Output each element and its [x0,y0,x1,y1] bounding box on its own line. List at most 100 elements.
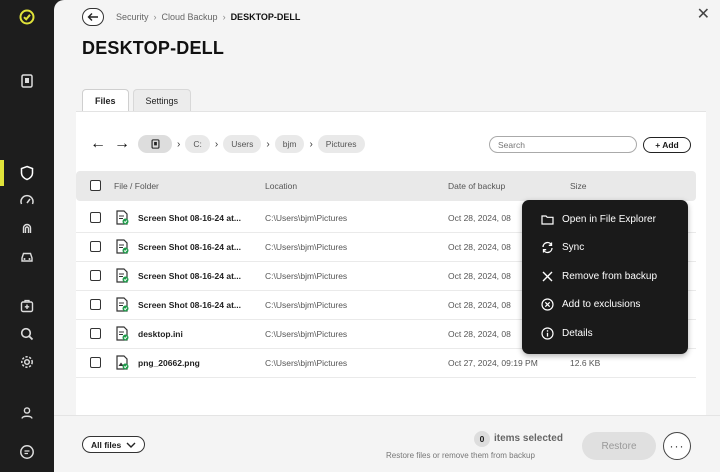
selected-label: items selected [494,433,563,444]
more-options-button[interactable]: ··· [663,432,691,460]
file-location: C:\Users\bjm\Pictures [265,242,348,252]
menu-item-add-to-exclusions[interactable]: Add to exclusions [522,291,688,320]
column-header-size[interactable]: Size [570,181,587,191]
chevron-right-icon: › [309,138,313,150]
backup-date: Oct 27, 2024, 09:19 PM [448,358,538,368]
file-size: 12.6 KB [570,358,601,368]
tab-settings[interactable]: Settings [132,89,192,111]
context-menu: Open in File Explorer Sync Remove from b… [522,200,688,354]
file-synced-icon [116,268,129,283]
back-button[interactable] [82,8,104,26]
check-logo-icon[interactable] [0,3,54,31]
close-button[interactable]: ✕ [697,4,710,24]
path-segment[interactable]: bjm [274,135,305,153]
file-name: Screen Shot 08-16-24 at... [138,271,241,281]
menu-item-label: Sync [562,242,585,254]
menu-item-label: Remove from backup [562,270,658,282]
row-checkbox[interactable] [90,212,101,223]
path-segment[interactable]: Users [223,135,262,153]
file-location: C:\Users\bjm\Pictures [265,271,348,281]
table-header: File / Folder Location Date of backup Si… [76,171,696,201]
column-header-date[interactable]: Date of backup [448,181,505,191]
menu-item-open-in-file-explorer[interactable]: Open in File Explorer [522,205,688,234]
speedometer-icon[interactable] [0,187,54,215]
fingerprint-icon[interactable] [0,215,54,243]
menu-item-details[interactable]: Details [522,319,688,348]
breadcrumb: Security › Cloud Backup › DESKTOP-DELL [82,8,300,26]
image-synced-icon [116,355,129,370]
menu-item-label: Details [562,327,593,339]
file-name: Screen Shot 08-16-24 at... [138,300,241,310]
path-root-chip[interactable] [138,135,172,153]
search-icon[interactable] [0,320,54,348]
car-icon[interactable] [0,243,54,271]
file-synced-icon [116,210,129,225]
add-button[interactable]: + Add [643,137,691,153]
path-segment[interactable]: Pictures [317,135,365,153]
x-circle-icon [540,298,554,312]
row-checkbox[interactable] [90,270,101,281]
breadcrumb-separator: › [222,12,226,22]
info-icon [540,326,554,340]
backup-date: Oct 28, 2024, 08 [448,213,511,223]
breadcrumb-cloud-backup[interactable]: Cloud Backup [162,12,218,22]
page-title: DESKTOP-DELL [82,38,225,58]
menu-item-sync[interactable]: Sync [522,234,688,263]
breadcrumb-separator: › [153,12,157,22]
row-checkbox[interactable] [90,299,101,310]
computer-icon[interactable] [0,67,54,95]
filter-label: All files [91,439,122,450]
chevron-right-icon: › [214,138,219,150]
file-synced-icon [116,297,129,312]
menu-item-remove-from-backup[interactable]: Remove from backup [522,262,688,291]
computer-icon [151,139,159,149]
path-segment[interactable]: C: [185,135,210,153]
sidebar [0,0,54,472]
nav-back-icon[interactable]: ← [90,135,106,153]
sync-icon [540,241,554,255]
backup-date: Oct 28, 2024, 08 [448,300,511,310]
tab-files[interactable]: Files [82,89,129,111]
nav-forward-icon[interactable]: → [114,135,130,153]
column-header-location[interactable]: Location [265,181,297,191]
file-name: desktop.ini [138,329,183,339]
x-icon [540,269,554,283]
column-header-name[interactable]: File / Folder [114,181,159,191]
file-name: Screen Shot 08-16-24 at... [138,242,241,252]
filter-dropdown[interactable]: All files [82,436,146,453]
selected-count-badge: 0 [474,431,490,447]
backup-date: Oct 28, 2024, 08 [448,329,511,339]
backup-date: Oct 28, 2024, 08 [448,271,511,281]
menu-item-label: Add to exclusions [562,299,641,311]
folder-icon [540,212,554,226]
file-synced-icon [116,326,129,341]
file-location: C:\Users\bjm\Pictures [265,329,348,339]
chevron-right-icon: › [266,138,270,150]
restore-button[interactable]: Restore [582,432,656,460]
tab-bar: Files Settings [82,89,195,111]
file-name: png_20662.png [138,358,200,368]
file-synced-icon [116,239,129,254]
backup-date: Oct 28, 2024, 08 [448,242,511,252]
user-icon[interactable] [0,399,54,427]
footer-hint: Restore files or remove them from backup [386,451,535,460]
gear-icon[interactable] [0,348,54,376]
medical-kit-icon[interactable] [0,292,54,320]
chevron-down-icon [126,442,136,448]
shield-icon[interactable] [0,159,54,187]
file-location: C:\Users\bjm\Pictures [265,213,348,223]
row-checkbox[interactable] [90,241,101,252]
chevron-right-icon: › [177,138,181,150]
file-location: C:\Users\bjm\Pictures [265,358,348,368]
chat-icon[interactable] [0,438,54,466]
search-input[interactable] [489,136,637,153]
footer-bar: All files 0 items selected Restore files… [54,415,720,472]
menu-item-label: Open in File Explorer [562,213,656,225]
row-checkbox[interactable] [90,357,101,368]
arrow-left-icon [87,13,98,21]
file-location: C:\Users\bjm\Pictures [265,300,348,310]
row-checkbox[interactable] [90,328,101,339]
select-all-checkbox[interactable] [90,180,101,191]
path-bar: ← → › C: › Users › bjm › Pictures [90,135,365,153]
breadcrumb-security[interactable]: Security [116,12,149,22]
